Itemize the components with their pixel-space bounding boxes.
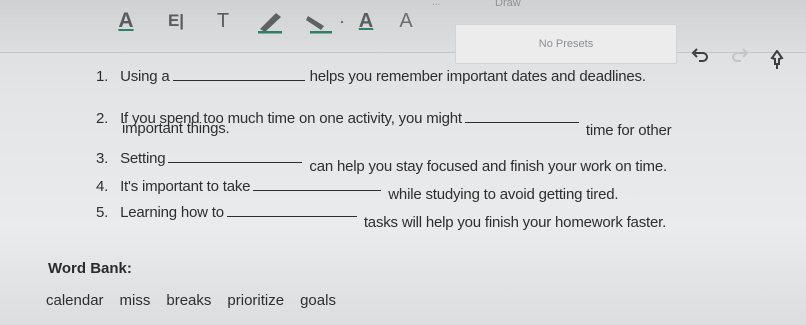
word-bank-item: prioritize <box>227 292 285 309</box>
question-number: 5. <box>96 204 109 221</box>
question-text-after: can help you stay focused and finish you… <box>309 158 667 175</box>
word-bank-list: calendar miss breaks prioritize goals <box>46 292 336 309</box>
annotation-toolbar: ... Draw A E| T · A A No Presets <box>0 0 806 64</box>
undo-icon <box>691 48 708 62</box>
word-bank-item: goals <box>300 292 336 309</box>
question-text-after: time for other <box>585 122 672 139</box>
presets-dropdown[interactable]: No Presets <box>455 24 677 64</box>
answer-blank[interactable] <box>172 68 305 81</box>
font-size-button[interactable]: A <box>392 6 420 36</box>
question-1: 1. Using a helps you remember important d… <box>96 68 646 85</box>
pin-icon <box>770 49 784 69</box>
pin-button[interactable] <box>768 49 786 75</box>
word-bank-item: miss <box>119 292 151 309</box>
question-text-after: while studying to avoid getting tired. <box>388 186 619 203</box>
dot-button[interactable]: · <box>336 6 348 36</box>
answer-blank[interactable] <box>168 150 303 163</box>
pen-icon <box>258 13 282 34</box>
text-color-button[interactable]: A <box>112 6 140 36</box>
text-style-button[interactable]: E| <box>160 6 192 36</box>
text-tool-button[interactable]: T <box>210 6 236 36</box>
question-text-before: It's important to take <box>120 178 251 195</box>
text-color-icon: A <box>118 9 134 32</box>
question-text-before: Learning how to <box>120 204 224 221</box>
question-number: 3. <box>96 150 109 167</box>
answer-blank[interactable] <box>464 110 579 123</box>
question-text-before: Using a <box>120 68 170 85</box>
previous-tab-label[interactable]: ... <box>432 0 440 8</box>
redo-icon <box>732 48 749 62</box>
dot-icon: · <box>339 10 345 31</box>
font-color-button[interactable]: A <box>352 6 380 36</box>
font-color-a-icon: A <box>358 9 374 32</box>
redo-button[interactable] <box>730 48 750 69</box>
presets-label: No Presets <box>538 38 594 50</box>
text-tool-icon: T <box>216 9 230 32</box>
question-2-continuation: important things. <box>122 120 230 137</box>
highlighter-button[interactable] <box>300 6 338 36</box>
question-number: 4. <box>96 178 109 195</box>
word-bank-title: Word Bank: <box>48 260 132 277</box>
draw-tab-label[interactable]: Draw <box>495 0 521 9</box>
question-4: 4. It's important to take while studying … <box>96 178 619 203</box>
font-size-a-icon: A <box>399 9 413 32</box>
question-3: 3. Setting can help you stay focused and … <box>96 150 667 175</box>
question-text-continuation: important things. <box>122 120 230 137</box>
text-style-icon: E| <box>167 11 185 30</box>
answer-blank[interactable] <box>226 204 357 217</box>
highlighter-icon <box>306 16 332 34</box>
undo-button[interactable] <box>690 48 710 69</box>
question-text-after: helps you remember important dates and d… <box>309 68 646 85</box>
word-bank-item: calendar <box>46 292 104 309</box>
question-text-before: Setting <box>120 150 166 167</box>
question-number: 2. <box>96 110 109 127</box>
question-number: 1. <box>96 68 109 85</box>
question-text-after: tasks will help you finish your homework… <box>363 214 667 231</box>
question-5: 5. Learning how to tasks will help you fi… <box>96 204 666 231</box>
pen-button[interactable] <box>254 6 288 36</box>
word-bank-item: breaks <box>166 292 212 309</box>
answer-blank[interactable] <box>253 178 382 191</box>
